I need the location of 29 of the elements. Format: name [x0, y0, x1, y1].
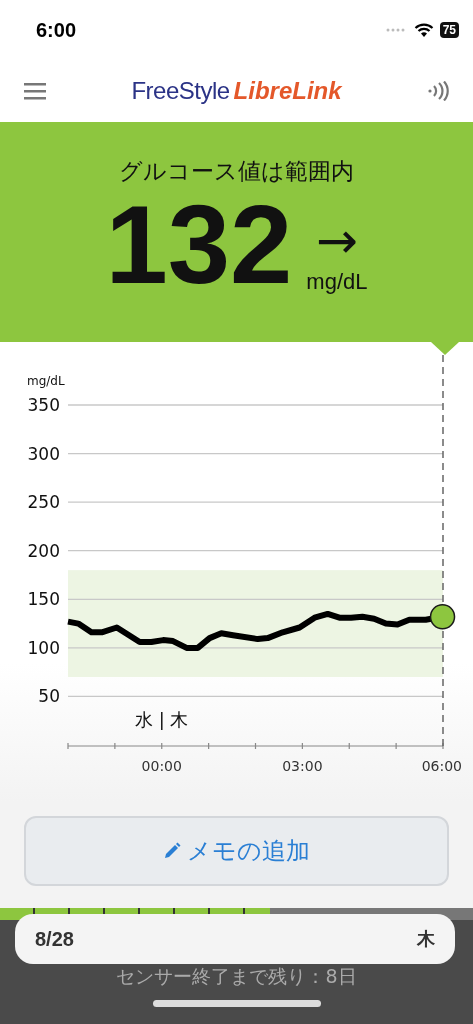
- date-text: 8/28: [35, 927, 74, 951]
- status-time: 6:00: [36, 18, 77, 42]
- glucose-unit: mg/dL: [306, 269, 368, 295]
- glucose-value: 132: [105, 195, 293, 295]
- scan-icon[interactable]: [427, 81, 449, 101]
- glucose-status: グルコース値は範囲内: [119, 157, 354, 186]
- x-axis-label: 00:00: [141, 758, 182, 774]
- day-divider-label: 水 | 木: [135, 709, 189, 730]
- y-axis-label: 50: [38, 686, 60, 707]
- current-reading-dot: [429, 604, 456, 630]
- menu-icon[interactable]: [24, 82, 46, 100]
- y-axis-label: 100: [27, 637, 60, 658]
- logo-text: LibreLink: [233, 77, 342, 105]
- weekday-text: 木: [417, 927, 435, 951]
- sensor-remaining-text: センサー終了まで残り：8日: [116, 964, 357, 989]
- y-axis-label: 300: [27, 443, 60, 464]
- add-note-button[interactable]: メモの追加: [24, 816, 449, 886]
- y-axis-label: 350: [27, 395, 60, 415]
- axis-unit-label: mg/dL: [27, 374, 65, 388]
- y-axis-label: 150: [27, 589, 60, 610]
- x-axis-label: 03:00: [282, 758, 323, 774]
- trend-arrow: →: [316, 213, 358, 269]
- pencil-icon: [163, 842, 181, 860]
- battery-icon: 75: [439, 22, 459, 38]
- y-axis-label: 200: [27, 540, 60, 561]
- y-axis-label: 250: [27, 492, 60, 513]
- wifi-icon: [413, 22, 434, 38]
- x-axis-label: 06:00: [421, 758, 462, 774]
- logo-text: FreeStyle: [131, 77, 230, 105]
